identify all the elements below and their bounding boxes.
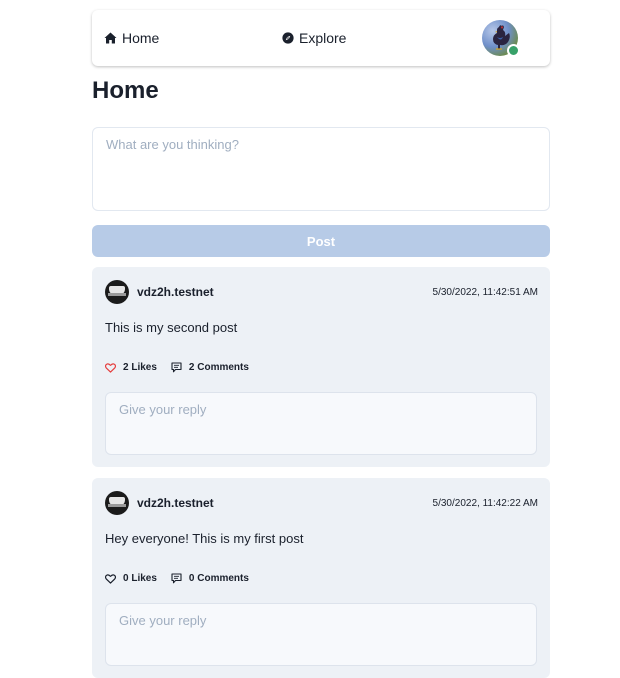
comment-icon xyxy=(171,362,182,373)
author-avatar[interactable] xyxy=(105,491,129,515)
comment-icon xyxy=(171,573,182,584)
like-button[interactable]: 0 Likes xyxy=(105,573,157,584)
comments-button[interactable]: 0 Comments xyxy=(171,573,249,584)
post-body: Hey everyone! This is my first post xyxy=(105,531,304,546)
compass-icon xyxy=(282,32,294,44)
reply-input[interactable] xyxy=(105,603,537,666)
heart-icon xyxy=(105,573,116,584)
post-actions: 0 Likes 0 Comments xyxy=(105,573,263,584)
user-avatar[interactable] xyxy=(482,20,520,57)
page-title: Home xyxy=(92,77,159,104)
post-card: vdz2h.testnet 5/30/2022, 11:42:51 AM Thi… xyxy=(92,267,550,467)
likes-count: 2 Likes xyxy=(123,362,157,373)
nav-home-link[interactable]: Home xyxy=(104,10,159,66)
nav-home-label: Home xyxy=(122,30,160,46)
heart-icon xyxy=(105,362,116,373)
post-timestamp: 5/30/2022, 11:42:22 AM xyxy=(432,498,538,509)
comments-count: 0 Comments xyxy=(188,573,249,584)
post-timestamp: 5/30/2022, 11:42:51 AM xyxy=(432,287,538,298)
author-avatar[interactable] xyxy=(105,280,129,304)
hat-band xyxy=(108,504,126,507)
post-author[interactable]: vdz2h.testnet xyxy=(137,285,214,299)
post-card: vdz2h.testnet 5/30/2022, 11:42:22 AM Hey… xyxy=(92,478,550,678)
reply-input[interactable] xyxy=(105,392,537,455)
nav-explore-label: Explore xyxy=(299,30,347,46)
post-button[interactable]: Post xyxy=(92,225,550,257)
post-actions: 2 Likes 2 Comments xyxy=(105,362,263,373)
home-icon xyxy=(104,32,117,44)
hat-band xyxy=(108,293,126,296)
online-status-indicator xyxy=(507,44,520,57)
comments-count: 2 Comments xyxy=(188,362,249,373)
new-post-input[interactable] xyxy=(92,127,550,211)
like-button[interactable]: 2 Likes xyxy=(105,362,157,373)
comments-button[interactable]: 2 Comments xyxy=(171,362,249,373)
likes-count: 0 Likes xyxy=(123,573,157,584)
post-author[interactable]: vdz2h.testnet xyxy=(137,496,214,510)
nav-explore-link[interactable]: Explore xyxy=(282,10,346,66)
top-navbar: Home Explore xyxy=(92,10,550,66)
post-body: This is my second post xyxy=(105,320,238,335)
